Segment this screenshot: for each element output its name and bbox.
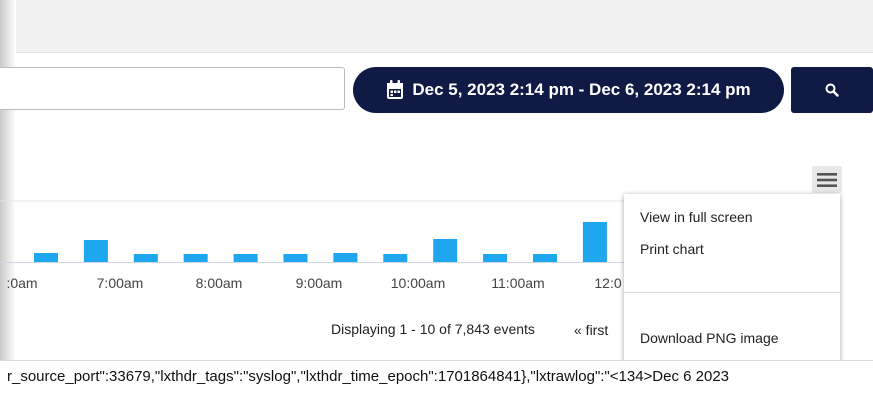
menu-item-print-chart[interactable]: Print chart [640, 241, 704, 257]
histogram-bar[interactable] [333, 253, 358, 262]
toolbar-divider [16, 52, 873, 53]
log-row-text[interactable]: r_source_port":33679,"lxthdr_tags":"sysl… [0, 360, 873, 395]
search-button[interactable] [791, 67, 873, 113]
histogram-bar[interactable] [283, 254, 308, 262]
histogram-bar[interactable] [133, 254, 158, 262]
x-tick-label: 7:00am [97, 275, 144, 291]
x-tick-label: 10:00am [391, 275, 445, 291]
histogram-bar[interactable] [433, 239, 458, 262]
chart-menu-button[interactable] [812, 166, 842, 193]
search-icon [825, 83, 839, 97]
pagination-first-link[interactable]: « first [574, 322, 608, 338]
histogram-bar[interactable] [183, 254, 208, 262]
x-tick-label: 11:00am [491, 275, 544, 291]
pagination-summary: Displaying 1 - 10 of 7,843 events [331, 321, 535, 337]
date-range-label: Dec 5, 2023 2:14 pm - Dec 6, 2023 2:14 p… [412, 80, 751, 99]
x-tick-label: :0am [6, 275, 37, 291]
histogram-bar[interactable] [233, 254, 258, 262]
histogram-bar[interactable] [483, 254, 508, 262]
x-tick-label: 8:00am [196, 275, 243, 291]
date-range-button[interactable]: Dec 5, 2023 2:14 pm - Dec 6, 2023 2:14 p… [353, 67, 784, 113]
hamburger-menu-icon [817, 172, 837, 187]
menu-divider [624, 292, 840, 293]
histogram-bar[interactable] [383, 254, 408, 262]
search-input[interactable] [0, 67, 345, 110]
menu-item-download-png[interactable]: Download PNG image [640, 330, 779, 346]
histogram-bar[interactable] [533, 254, 557, 262]
histogram-bar[interactable] [582, 222, 607, 262]
menu-item-view-full-screen[interactable]: View in full screen [640, 209, 753, 225]
histogram-bar[interactable] [34, 253, 58, 262]
x-tick-label: 12:0 [594, 275, 621, 291]
x-tick-label: 9:00am [296, 275, 343, 291]
calendar-icon [387, 80, 404, 99]
top-toolbar [16, 0, 873, 52]
histogram-bar[interactable] [83, 240, 108, 262]
